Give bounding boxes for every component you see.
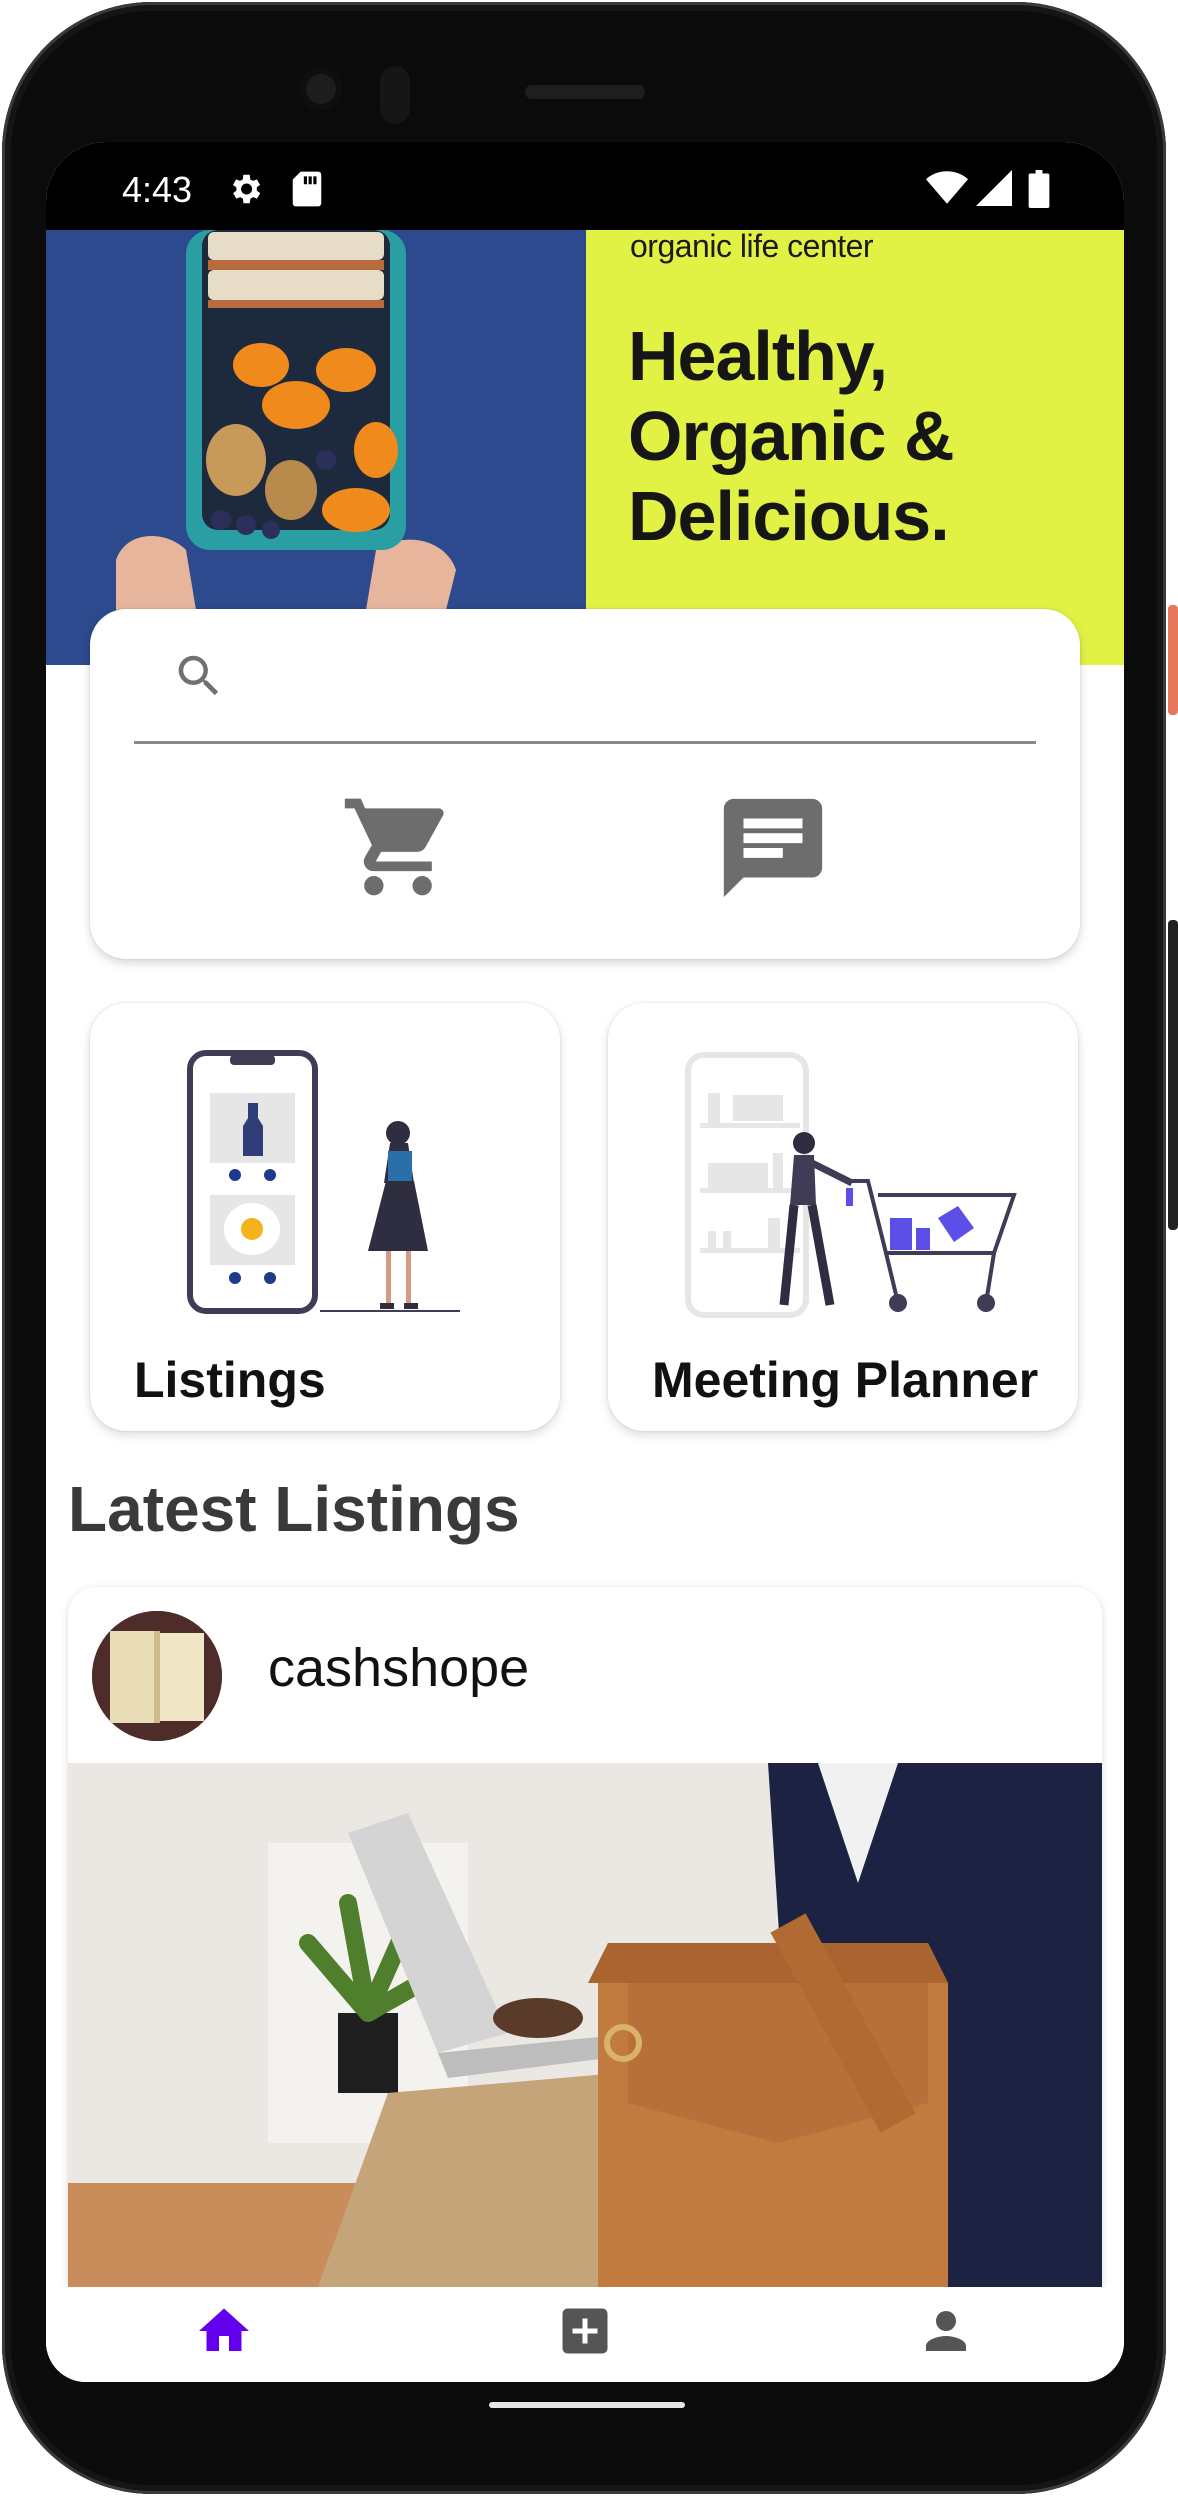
tile-meeting-planner[interactable]: Meeting Planner	[608, 1003, 1078, 1431]
shopping-cart-illustration	[608, 1003, 1078, 1333]
phone-frame: 4:43 organic life center Healthy, Organi…	[0, 0, 1178, 2498]
tile-listings-label: Listings	[134, 1352, 326, 1408]
tile-listings[interactable]: Listings	[90, 1003, 560, 1431]
banner-text-panel: organic life center Healthy, Organic & D…	[586, 228, 1124, 665]
gesture-navigation-bar[interactable]	[489, 2402, 685, 2408]
search-icon[interactable]	[172, 649, 226, 708]
status-bar: 4:43	[46, 142, 1124, 230]
power-button	[1168, 605, 1178, 715]
proximity-sensor	[380, 66, 410, 124]
battery-icon	[1028, 170, 1050, 213]
cart-icon[interactable]	[340, 789, 456, 910]
front-camera	[300, 68, 342, 110]
wifi-icon	[926, 170, 968, 211]
status-time: 4:43	[122, 169, 193, 210]
sd-card-icon	[290, 170, 324, 213]
banner-tagline: organic life center	[630, 228, 874, 264]
add-box-icon[interactable]	[555, 2301, 615, 2361]
message-icon[interactable]	[714, 789, 832, 912]
search-card	[90, 609, 1080, 959]
search-field[interactable]	[134, 629, 1036, 744]
app-screen: 4:43 organic life center Healthy, Organi…	[46, 142, 1124, 2382]
signal-icon	[976, 170, 1012, 211]
search-input[interactable]	[254, 651, 1018, 713]
home-icon[interactable]	[194, 2301, 254, 2361]
book-avatar[interactable]	[92, 1611, 222, 1741]
bottom-navigation	[46, 2287, 1124, 2382]
listing-card[interactable]: cashshope	[68, 1587, 1102, 2287]
person-icon[interactable]	[916, 2301, 976, 2361]
promo-banner[interactable]: organic life center Healthy, Organic & D…	[46, 228, 1124, 665]
listing-image[interactable]	[68, 1763, 1102, 2287]
tile-meeting-planner-label: Meeting Planner	[652, 1352, 1039, 1408]
volume-button	[1168, 920, 1178, 1230]
listings-illustration	[90, 1003, 560, 1333]
gear-icon	[226, 170, 264, 213]
latest-listings-title: Latest Listings	[68, 1473, 520, 1545]
banner-food-image	[46, 230, 586, 665]
listing-username[interactable]: cashshope	[268, 1637, 529, 1699]
banner-headline: Healthy, Organic & Delicious.	[628, 317, 955, 555]
earpiece-speaker	[525, 85, 645, 99]
